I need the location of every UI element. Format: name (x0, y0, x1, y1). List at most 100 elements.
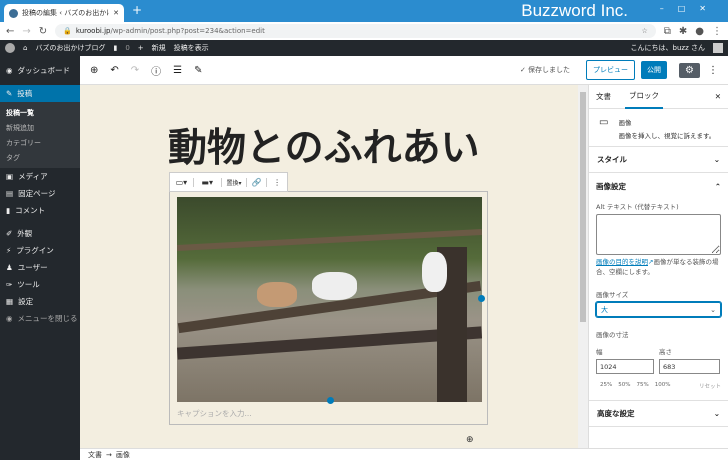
profile-icon[interactable]: ● (695, 26, 704, 37)
redo-icon[interactable]: ↷ (131, 65, 139, 76)
post-title[interactable]: 動物とのふれあい (168, 117, 480, 173)
new-tab-icon[interactable]: + (132, 3, 142, 17)
sidebar-item-plugins[interactable]: ⚡ プラグイン (0, 242, 80, 259)
breadcrumb-image[interactable]: 画像 (116, 450, 130, 460)
comment-count[interactable]: 0 (125, 44, 129, 52)
height-input[interactable]: 683 (659, 359, 720, 374)
more-icon[interactable]: ⋮ (267, 178, 287, 187)
resize-handle-right[interactable] (478, 295, 485, 302)
image-size-select[interactable]: 大 ⌄ (596, 302, 721, 317)
link-icon[interactable]: 🔗 (247, 177, 268, 187)
user-icon: ♟ (6, 263, 13, 272)
reset-button[interactable]: リセット (699, 382, 721, 390)
extension-icon[interactable]: ⧉ (664, 26, 671, 37)
align-icon[interactable]: ▬▾ (194, 177, 222, 187)
posts-submenu: 投稿一覧 新規追加 カテゴリー タグ (0, 102, 80, 168)
more-options-icon[interactable]: ⋮ (708, 65, 718, 76)
resize-handle-bottom[interactable] (327, 397, 334, 404)
collapse-menu[interactable]: ◉ メニューを閉じる (0, 310, 80, 327)
scale-25-button[interactable]: 25% (600, 382, 612, 390)
scale-50-button[interactable]: 50% (618, 382, 630, 390)
settings-panel: 文書 ブロック ✕ ▭ 画像 画像を挿入し、視覚に訴えます。 スタイル ⌄ 画像設定… (588, 85, 728, 448)
caption-input[interactable]: キャプションを入力... (177, 408, 252, 419)
alt-help-link[interactable]: 画像の目的を説明 (596, 258, 648, 266)
outline-icon[interactable]: ☰ (173, 65, 182, 76)
brush-icon: ✐ (6, 229, 13, 238)
breadcrumb-document[interactable]: 文書 (88, 450, 102, 460)
settings-icon: ▦ (6, 297, 14, 306)
plugin-icon: ⚡ (6, 246, 12, 255)
browser-tab[interactable]: 投稿の編集 ‹ バズのお出かけブログ — ✕ (4, 4, 124, 22)
address-bar-row: ← → ↻ 🔒 kuroobi.jp/wp-admin/post.php?post… (0, 22, 728, 40)
sidebar-item-comments[interactable]: ▮ コメント (0, 202, 80, 219)
dimensions-label: 画像の寸法 (596, 331, 629, 339)
style-section[interactable]: スタイル ⌄ (589, 147, 728, 173)
new-link[interactable]: 新規 (152, 43, 166, 53)
submenu-tags[interactable]: タグ (0, 150, 80, 165)
block-type-icon[interactable]: ▭▾ (170, 177, 194, 187)
menu-icon[interactable]: ⋮ (712, 26, 722, 37)
forward-icon[interactable]: → (22, 26, 30, 37)
url-input[interactable]: 🔒 kuroobi.jp/wp-admin/post.php?post=234&a… (55, 24, 656, 38)
submenu-add-new[interactable]: 新規追加 (0, 120, 80, 135)
publish-button[interactable]: 公開 (641, 61, 668, 79)
editor-toolbar: ⊕ ↶ ↷ ⓘ ☰ ✎ ✓ 保存しました プレビュー 公開 ⚙ ⋮ (80, 56, 728, 85)
scale-100-button[interactable]: 100% (655, 382, 671, 390)
sidebar-item-label: コメント (15, 206, 46, 215)
tab-title: 投稿の編集 ‹ バズのお出かけブログ — (22, 9, 109, 17)
width-input[interactable]: 1024 (596, 359, 654, 374)
image-settings-toggle[interactable]: 画像設定 ⌃ (596, 173, 721, 199)
block-breadcrumb: 文書 → 画像 (80, 448, 728, 460)
block-description: 画像を挿入し、視覚に訴えます。 (618, 132, 716, 140)
height-label: 高さ (659, 348, 672, 356)
sidebar-item-pages[interactable]: ▤ 固定ページ (0, 185, 80, 202)
window-controls[interactable]: –□✕ (660, 4, 720, 13)
browser-tab-bar: 投稿の編集 ‹ バズのお出かけブログ — ✕ + Buzzword Inc. –… (0, 0, 728, 22)
reload-icon[interactable]: ↻ (39, 26, 47, 37)
submenu-categories[interactable]: カテゴリー (0, 135, 80, 150)
star-icon[interactable]: ☆ (641, 27, 647, 35)
puzzle-icon[interactable]: ✱ (679, 26, 687, 37)
preview-button[interactable]: プレビュー (586, 60, 636, 80)
close-panel-icon[interactable]: ✕ (715, 92, 721, 101)
pin-icon: ✎ (6, 89, 13, 98)
undo-icon[interactable]: ↶ (110, 65, 118, 76)
sidebar-item-posts[interactable]: ✎ 投稿 (0, 85, 80, 102)
site-link[interactable]: バズのお出かけブログ (35, 43, 105, 53)
goats-photo[interactable] (177, 197, 482, 402)
info-icon[interactable]: ⓘ (151, 63, 161, 78)
add-block-inline-icon[interactable]: ⊕ (466, 435, 474, 445)
home-icon: ⌂ (23, 44, 28, 52)
sidebar-item-dashboard[interactable]: ◉ ダッシュボード (0, 62, 80, 79)
edit-icon[interactable]: ✎ (194, 65, 202, 76)
editor-canvas: 動物とのふれあい ▭▾ ▬▾ 置換▾ 🔗 ⋮ キャプションを入力... ⊕ (80, 85, 578, 448)
sidebar-item-tools[interactable]: ✑ ツール (0, 276, 80, 293)
add-block-icon[interactable]: ⊕ (90, 65, 98, 76)
block-name: 画像 (618, 119, 632, 127)
avatar[interactable] (713, 43, 723, 53)
greeting[interactable]: こんにちは、buzz さん (631, 43, 705, 53)
sidebar-item-label: 設定 (18, 297, 34, 306)
scale-75-button[interactable]: 75% (636, 382, 648, 390)
tab-block[interactable]: ブロック (625, 84, 663, 109)
alt-text-input[interactable] (596, 214, 721, 255)
sidebar-item-label: 固定ページ (18, 189, 56, 198)
submenu-all-posts[interactable]: 投稿一覧 (0, 105, 80, 120)
scrollbar-thumb[interactable] (580, 92, 586, 322)
advanced-section[interactable]: 高度な設定 ⌄ (589, 401, 728, 427)
width-label: 幅 (596, 348, 603, 356)
wordpress-logo-icon[interactable] (5, 43, 15, 53)
sidebar-item-appearance[interactable]: ✐ 外観 (0, 225, 80, 242)
sidebar-item-users[interactable]: ♟ ユーザー (0, 259, 80, 276)
comment-icon: ▮ (6, 206, 11, 215)
chevron-down-icon: ⌄ (713, 155, 720, 164)
close-tab-icon[interactable]: ✕ (113, 9, 119, 17)
tab-document[interactable]: 文書 (596, 91, 611, 102)
sidebar-item-settings[interactable]: ▦ 設定 (0, 293, 80, 310)
image-settings-heading: 画像設定 (596, 181, 626, 191)
back-icon[interactable]: ← (6, 26, 14, 37)
settings-gear-button[interactable]: ⚙ (679, 62, 700, 78)
view-post-link[interactable]: 投稿を表示 (174, 43, 209, 53)
replace-button[interactable]: 置換▾ (222, 177, 248, 187)
sidebar-item-media[interactable]: ▣ メディア (0, 168, 80, 185)
